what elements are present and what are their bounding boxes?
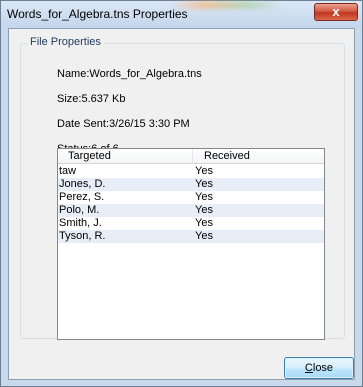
close-button-mnemonic: C [304,362,313,374]
received-cell: Yes [195,165,213,177]
file-size: Size:5.637 Kb [57,93,126,105]
targeted-cell: Polo, M. [59,204,100,216]
received-cell: Yes [195,204,213,216]
targeted-cell: Perez, S. [59,191,105,203]
group-legend: File Properties [27,36,104,48]
file-name: Name:Words_for_Algebra.tns [57,68,202,80]
close-button[interactable]: Close [284,357,354,379]
received-cell: Yes [195,178,213,190]
dialog-client-area: File Properties Name:Words_for_Algebra.t… [8,28,355,380]
targeted-cell: Tyson, R. [59,230,106,242]
targeted-cell: taw [59,165,77,177]
column-header-received[interactable]: Received [194,149,324,164]
window-title: Words_for_Algebra.tns Properties [7,7,188,21]
close-icon: x [332,4,340,19]
received-cell: Yes [195,230,213,242]
received-cell: Yes [195,191,213,203]
date-sent: Date Sent:3/26/15 3:30 PM [57,118,190,130]
targeted-cell: Jones, D. [59,178,106,190]
close-button-label: lose [312,362,334,374]
title-bar[interactable]: Words_for_Algebra.tns Properties x [1,1,362,27]
properties-dialog: Words_for_Algebra.tns Properties x File … [0,0,363,387]
recipients-list[interactable]: Targeted Received taw Yes Jones, D. Yes … [57,148,325,340]
list-item[interactable]: taw Yes [58,165,324,178]
list-item[interactable]: Jones, D. Yes [58,178,324,191]
list-item[interactable]: Perez, S. Yes [58,191,324,204]
received-cell: Yes [195,217,213,229]
list-item[interactable]: Tyson, R. Yes [58,230,324,243]
list-header: Targeted Received [58,149,324,164]
targeted-cell: Smith, J. [59,217,102,229]
window-close-button[interactable]: x [314,3,358,21]
column-header-targeted[interactable]: Targeted [58,149,193,164]
list-item[interactable]: Smith, J. Yes [58,217,324,230]
list-item[interactable]: Polo, M. Yes [58,204,324,217]
